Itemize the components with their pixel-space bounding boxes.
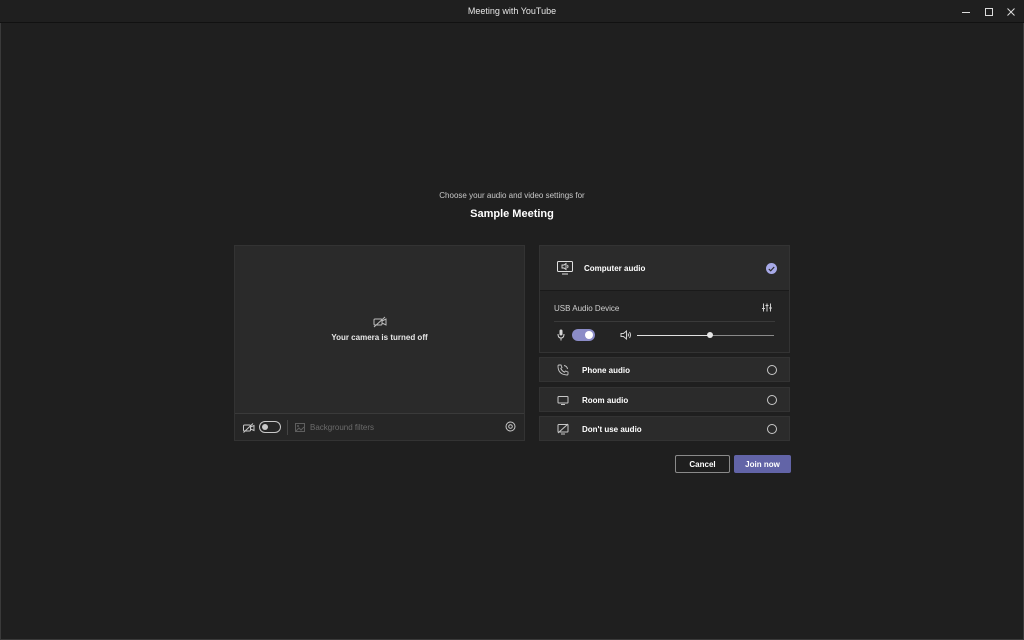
join-now-button[interactable]: Join now bbox=[734, 455, 791, 473]
divider bbox=[287, 420, 288, 435]
camera-off-message: Your camera is turned off bbox=[331, 333, 428, 342]
separator bbox=[554, 321, 775, 322]
toggle-knob bbox=[585, 331, 593, 339]
room-audio-radio[interactable] bbox=[767, 395, 777, 405]
selected-check-icon bbox=[766, 263, 777, 274]
room-audio-label: Room audio bbox=[582, 396, 629, 405]
camera-off-icon bbox=[373, 316, 387, 328]
camera-off-small-icon bbox=[243, 423, 255, 433]
computer-audio-settings: USB Audio Device bbox=[540, 291, 789, 352]
video-controls-bar: Background filters bbox=[235, 413, 524, 440]
background-filters-button[interactable]: Background filters bbox=[310, 423, 374, 432]
computer-audio-header[interactable]: Computer audio bbox=[540, 246, 789, 291]
no-audio-option[interactable]: Don't use audio bbox=[539, 416, 790, 441]
speaker-volume-fill bbox=[637, 335, 710, 336]
cancel-button[interactable]: Cancel bbox=[675, 455, 730, 473]
speaker-volume-thumb[interactable] bbox=[707, 332, 713, 338]
phone-audio-radio[interactable] bbox=[767, 365, 777, 375]
microphone-icon bbox=[557, 329, 565, 341]
minimize-icon bbox=[962, 11, 970, 13]
computer-audio-icon bbox=[557, 261, 573, 275]
no-audio-icon bbox=[557, 423, 569, 435]
video-preview-panel: Your camera is turned off Background fil… bbox=[234, 245, 525, 441]
audio-settings-sliders-icon[interactable] bbox=[762, 303, 772, 312]
prejoin-subtitle: Choose your audio and video settings for bbox=[439, 191, 585, 200]
audio-device-label: USB Audio Device bbox=[554, 304, 620, 313]
phone-audio-option[interactable]: Phone audio bbox=[539, 357, 790, 382]
room-audio-option[interactable]: Room audio bbox=[539, 387, 790, 412]
meeting-title: Sample Meeting bbox=[470, 208, 554, 220]
toggle-knob bbox=[262, 424, 268, 430]
window-title: Meeting with YouTube bbox=[467, 6, 557, 16]
device-settings-icon[interactable] bbox=[505, 421, 516, 432]
computer-audio-label: Computer audio bbox=[584, 264, 646, 273]
background-filters-icon bbox=[295, 423, 305, 432]
video-preview-area: Your camera is turned off bbox=[235, 246, 524, 413]
computer-audio-option[interactable]: Computer audio USB Audio Device bbox=[539, 245, 790, 353]
close-icon bbox=[1007, 7, 1015, 16]
microphone-toggle[interactable] bbox=[572, 329, 595, 341]
camera-toggle[interactable] bbox=[259, 421, 281, 433]
maximize-icon bbox=[985, 7, 993, 16]
speaker-icon bbox=[620, 330, 631, 340]
phone-audio-label: Phone audio bbox=[582, 366, 630, 375]
title-bar: Meeting with YouTube bbox=[0, 0, 1024, 23]
phone-audio-icon bbox=[557, 364, 569, 376]
close-button[interactable] bbox=[998, 0, 1024, 23]
no-audio-label: Don't use audio bbox=[582, 425, 642, 434]
room-audio-icon bbox=[557, 396, 569, 405]
no-audio-radio[interactable] bbox=[767, 424, 777, 434]
